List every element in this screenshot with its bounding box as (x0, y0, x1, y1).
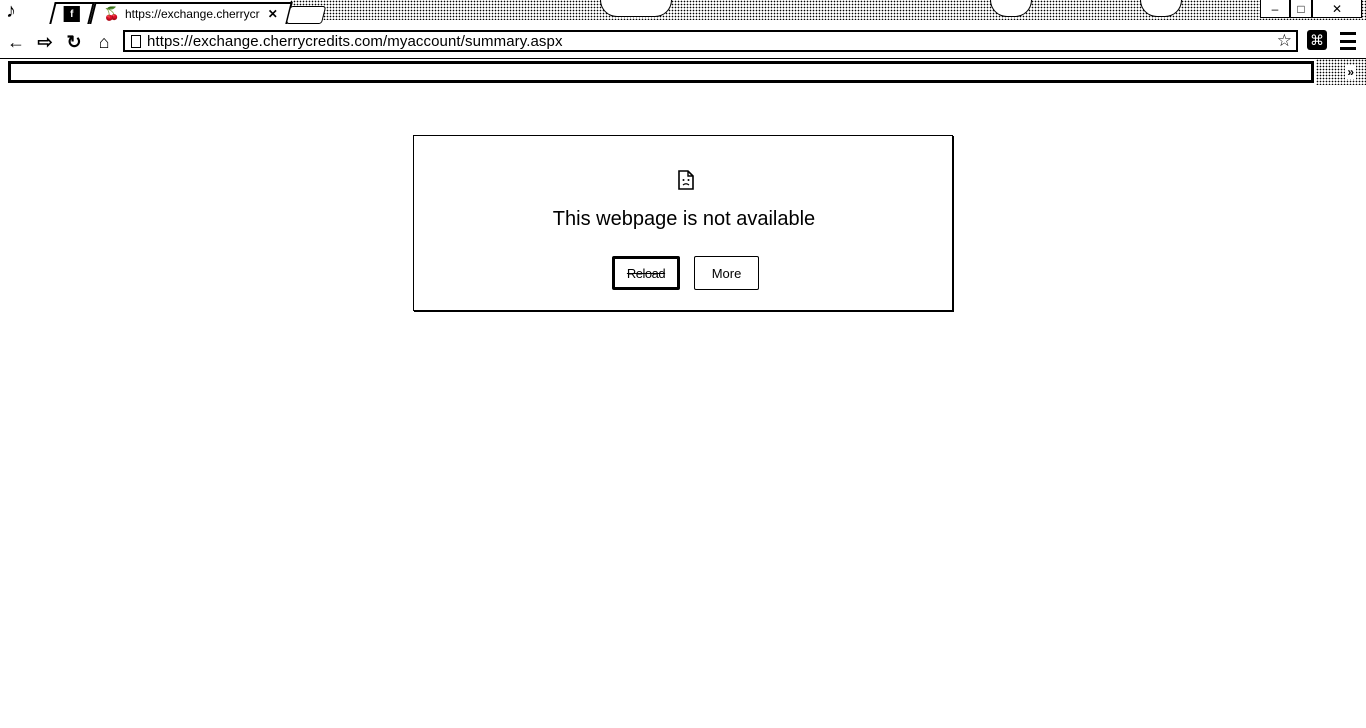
cherry-icon: 🍒 (103, 6, 120, 21)
more-button[interactable]: More (694, 256, 759, 290)
reload-button[interactable]: ↻ (62, 30, 86, 54)
maximize-button[interactable]: □ (1290, 0, 1312, 18)
app-icon: ♪ (6, 0, 16, 22)
home-button[interactable]: ⌂ (92, 30, 116, 54)
extension-glyph: ⌘ (1310, 31, 1324, 48)
home-icon: ⌂ (98, 31, 110, 52)
error-panel: This webpage is not available Reload Mor… (413, 135, 953, 311)
address-bar[interactable]: https://exchange.cherrycredits.com/myacc… (123, 30, 1298, 52)
sad-page-icon (678, 170, 694, 190)
minimize-icon: – (1271, 1, 1279, 16)
close-icon: ✕ (1331, 1, 1343, 16)
reload-icon: ↻ (66, 31, 82, 52)
title-bar: ♪ f 🍒 https://exchange.cherrycr ✕ – □ ✕ (0, 0, 1366, 26)
close-window-button[interactable]: ✕ (1312, 0, 1362, 18)
tab-facebook[interactable]: f (49, 2, 95, 24)
facebook-icon: f (63, 6, 80, 22)
browser-toolbar: ← ⇨ ↻ ⌂ https://exchange.cherrycredits.c… (0, 26, 1366, 59)
reload-label: Reload (626, 265, 666, 281)
decor-cloud (600, 0, 672, 17)
tab-close-icon[interactable]: ✕ (268, 7, 278, 21)
extension-icon[interactable]: ⌘ (1307, 30, 1327, 50)
reload-button[interactable]: Reload (612, 256, 680, 290)
chevron-icon: » (1345, 65, 1356, 79)
maximize-icon: □ (1297, 1, 1305, 16)
tab-active[interactable]: 🍒 https://exchange.cherrycr ✕ (89, 2, 293, 24)
minimize-button[interactable]: – (1260, 0, 1290, 18)
bookmarks-overflow-button[interactable]: » (1316, 59, 1366, 85)
new-tab-button[interactable] (285, 6, 327, 24)
forward-button[interactable]: ⇨ (33, 30, 57, 54)
title-bar-background (290, 0, 1366, 20)
more-label: More (711, 265, 742, 281)
back-button[interactable]: ← (4, 30, 28, 54)
bookmarks-bar: » (0, 59, 1366, 85)
url-text[interactable]: https://exchange.cherrycredits.com/myacc… (147, 33, 563, 50)
tab-title: https://exchange.cherrycr (124, 7, 260, 21)
back-arrow-icon: ← (7, 31, 25, 52)
bookmark-star-icon[interactable]: ☆ (1277, 32, 1292, 50)
menu-icon[interactable] (1340, 32, 1356, 50)
error-title: This webpage is not available (552, 208, 816, 230)
bookmarks-area (8, 61, 1314, 83)
forward-arrow-icon: ⇨ (37, 31, 53, 52)
page-icon (131, 34, 141, 48)
